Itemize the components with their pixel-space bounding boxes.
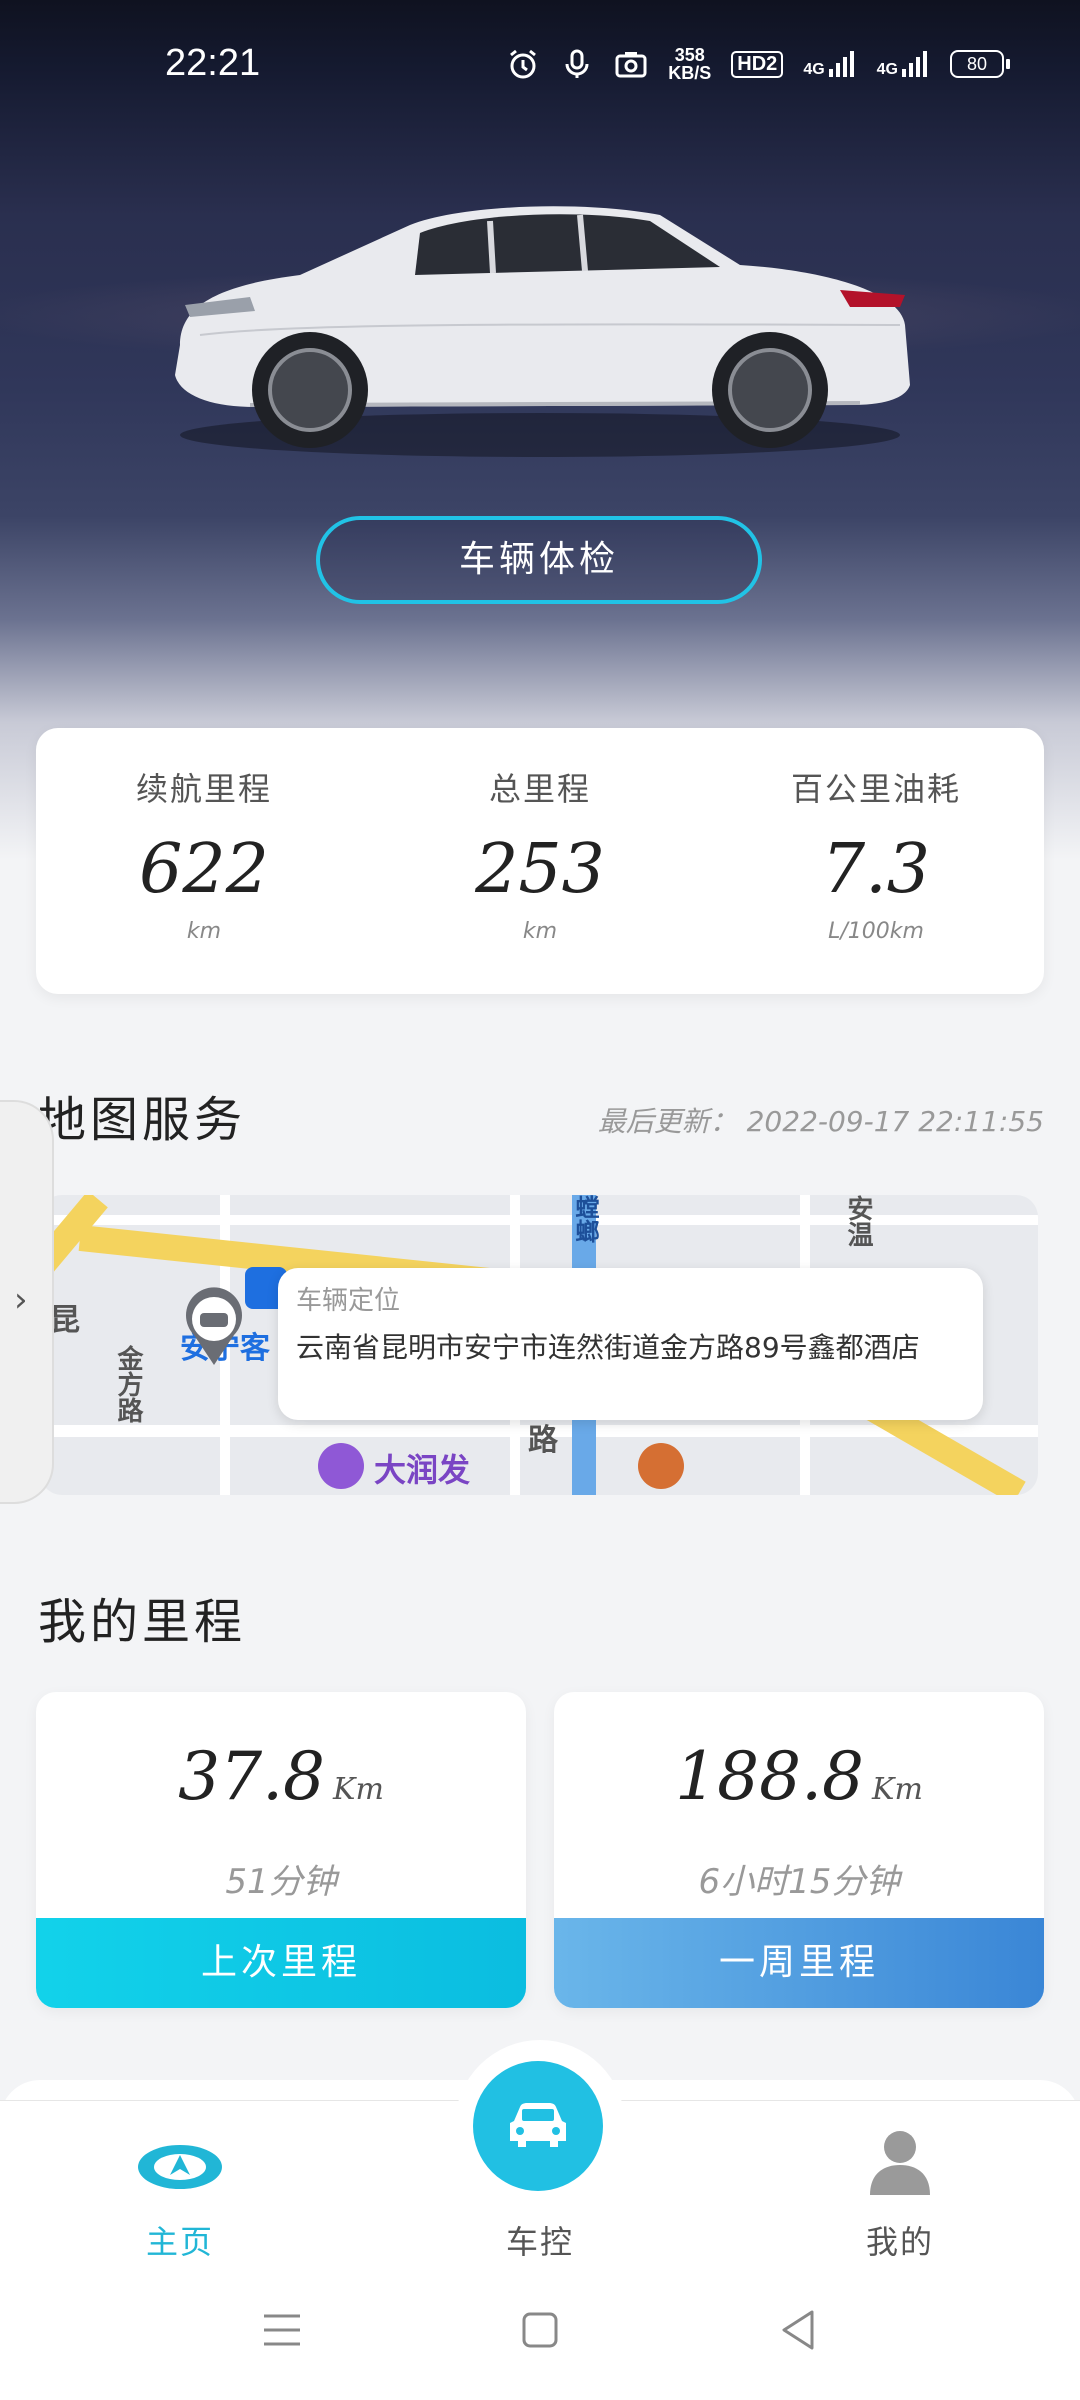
stat-fuel-consumption: 百公里油耗 7.3 L/100km (708, 728, 1044, 994)
stat-label: 百公里油耗 (790, 770, 961, 808)
hd-badge: HD2 (731, 50, 784, 78)
map-label: 大润发 (374, 1451, 471, 1489)
home-square-icon[interactable] (520, 2310, 560, 2350)
last-update-time: 最后更新： 2022-09-17 22:11:55 (597, 1105, 1044, 1138)
map-road (40, 1215, 1038, 1225)
vehicle-check-button[interactable]: 车辆体检 (316, 516, 762, 604)
menu-icon[interactable] (262, 2312, 302, 2348)
stat-value: 7.3 (821, 830, 931, 909)
stat-value: 622 (139, 830, 269, 909)
stats-card: 续航里程 622 km 总里程 253 km 百公里油耗 7.3 L/100km (36, 728, 1044, 994)
vehicle-control-button[interactable] (473, 2061, 603, 2191)
mileage-value-row: 37.8 Km (36, 1738, 526, 1815)
mileage-value: 188.8 (675, 1738, 865, 1815)
battery-indicator: 80 (950, 50, 1010, 78)
stat-unit: km (186, 919, 222, 944)
microphone-icon (565, 49, 589, 78)
popup-title: 车辆定位 (296, 1286, 401, 1316)
status-bar: 22:21 358 KB/S HD2 4G 4G 80 (0, 0, 1080, 100)
tab-home[interactable]: 主页 (80, 2101, 280, 2271)
shopping-cart-icon (318, 1443, 364, 1489)
system-navigation-bar (0, 2270, 1080, 2400)
car-image (175, 206, 910, 457)
map-label: 安温 (843, 1195, 873, 1247)
camera-icon (615, 52, 647, 78)
trip-duration: 6小时15分钟 (698, 1862, 900, 1902)
chevron-right-icon: › (14, 1280, 28, 1320)
stat-value: 253 (475, 830, 605, 909)
museum-icon (638, 1443, 684, 1489)
net-speed: 358 KB/S (668, 46, 711, 82)
weekly-mileage-card[interactable]: 188.8 Km 6小时15分钟 一周里程 (554, 1692, 1044, 2008)
map-section-title: 地图服务 (38, 1092, 247, 1148)
signal-1-label: 4G (803, 61, 825, 78)
last-trip-card[interactable]: 37.8 Km 51分钟 上次里程 (36, 1692, 526, 2008)
mileage-section-title: 我的里程 (38, 1594, 247, 1650)
stat-unit: L/100km (828, 919, 924, 944)
trip-duration: 51分钟 (225, 1862, 337, 1902)
alarm-icon (510, 49, 537, 79)
mileage-value: 37.8 (178, 1738, 326, 1815)
mileage-unit: Km (333, 1772, 384, 1807)
vehicle-location-pin-icon (186, 1287, 242, 1365)
map-label: 昆 (50, 1303, 80, 1338)
stat-unit: km (522, 919, 558, 944)
tab-label: 车控 (505, 2223, 574, 2261)
stat-total-mileage: 总里程 253 km (372, 728, 708, 994)
last-trip-label: 上次里程 (36, 1918, 526, 2008)
signal-bars-icon (902, 51, 927, 77)
status-time: 22:21 (165, 42, 261, 84)
brand-logo-icon (138, 2145, 222, 2189)
car-icon (510, 2103, 566, 2147)
signal-1: 4G (803, 49, 856, 79)
net-speed-value: 358 (674, 45, 705, 65)
tab-label: 我的 (865, 2223, 934, 2261)
mileage-unit: Km (872, 1772, 923, 1807)
signal-2: 4G (877, 49, 930, 79)
mileage-value-row: 188.8 Km (554, 1738, 1044, 1815)
map-label: 螳螂 (571, 1195, 599, 1243)
status-icons: 358 KB/S HD2 4G 4G 80 (506, 46, 1010, 82)
side-drawer-handle[interactable]: › (0, 1100, 54, 1504)
weekly-mileage-label: 一周里程 (554, 1918, 1044, 2008)
person-icon (870, 2131, 930, 2195)
vehicle-location-popup[interactable]: 车辆定位 云南省昆明市安宁市连然街道金方路89号鑫都酒店 (278, 1268, 983, 1420)
tab-label: 主页 (145, 2223, 214, 2261)
stat-label: 总里程 (488, 770, 591, 808)
map-label: 路 (528, 1423, 558, 1458)
signal-2-label: 4G (876, 61, 898, 78)
stat-label: 续航里程 (135, 770, 272, 808)
net-speed-unit: KB/S (668, 63, 712, 83)
battery-level: 80 (950, 50, 1004, 78)
tab-mine[interactable]: 我的 (800, 2101, 1000, 2271)
map-label: 金方路 (113, 1345, 143, 1423)
vehicle-address: 云南省昆明市安宁市连然街道金方路89号鑫都酒店 (296, 1331, 920, 1364)
signal-bars-icon (828, 51, 854, 77)
stat-range: 续航里程 622 km (36, 728, 372, 994)
back-triangle-icon[interactable] (778, 2308, 818, 2352)
